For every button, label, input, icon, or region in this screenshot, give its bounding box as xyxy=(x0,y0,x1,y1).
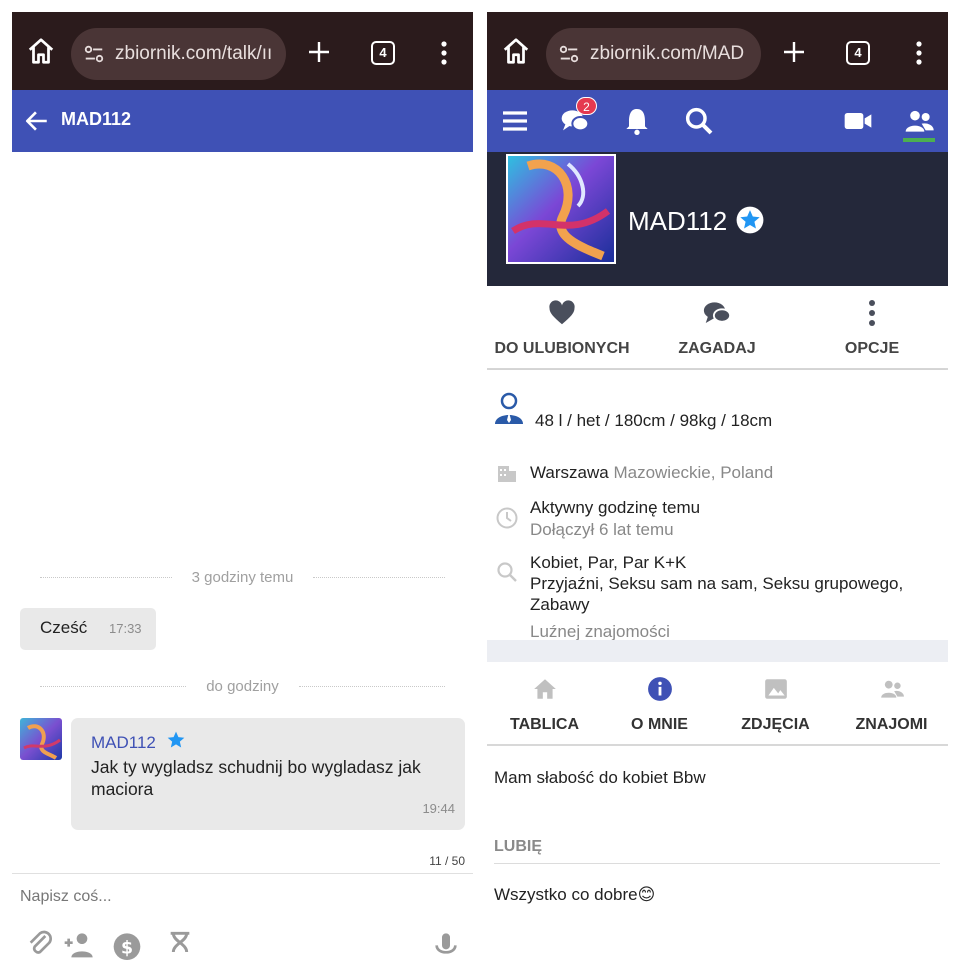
info-icon xyxy=(647,677,672,701)
profile-header: MAD112 xyxy=(487,152,948,286)
search-icon xyxy=(497,562,517,582)
chat-header: MAD112 xyxy=(12,90,473,152)
seeking-who: Kobiet, Par, Par K+K xyxy=(530,553,687,572)
message-sender[interactable]: MAD112 xyxy=(91,733,156,753)
profile-screen: zbiornik.com/MAD 4 2 MAD112 DO ULUBIONYC… xyxy=(487,12,948,960)
city: Warszawa xyxy=(530,463,609,482)
avatar[interactable] xyxy=(20,718,62,760)
profile-tabs: TABLICA O MNIE ZDJĘCIA ZNAJOMI xyxy=(487,662,948,746)
more-vert-icon xyxy=(869,300,875,326)
chat-partner-name[interactable]: MAD112 xyxy=(61,109,131,130)
new-tab-icon[interactable] xyxy=(782,40,806,64)
verified-badge-icon xyxy=(736,206,764,234)
profile-info: 48 l / het / 180cm / 98kg / 18cm Warszaw… xyxy=(487,370,948,641)
tab-photos[interactable]: ZDJĘCIA xyxy=(718,662,833,746)
friends-icon[interactable] xyxy=(903,105,935,137)
likes-heading: LUBIĘ xyxy=(494,838,542,855)
tab-about[interactable]: O MNIE xyxy=(602,662,717,746)
video-icon[interactable] xyxy=(842,105,874,137)
message-text: Jak ty wygladsz schudnij bo wygladasz ja… xyxy=(91,757,421,799)
image-icon xyxy=(764,679,787,699)
site-settings-icon[interactable] xyxy=(558,43,580,65)
new-tab-icon[interactable] xyxy=(307,40,331,64)
home-icon[interactable] xyxy=(26,36,56,66)
menu-icon[interactable] xyxy=(499,105,531,137)
browser-toolbar: zbiornik.com/MAD 4 xyxy=(487,12,948,90)
message-bubble-own: Cześć 17:33 xyxy=(20,608,156,650)
options-button[interactable]: OPCJE xyxy=(792,286,948,370)
chat-bubbles-icon xyxy=(703,302,732,323)
address-bar[interactable]: zbiornik.com/MAD xyxy=(546,28,761,80)
bell-icon[interactable] xyxy=(621,105,653,137)
seeking-extra: Luźnej znajomości xyxy=(530,622,670,641)
male-user-icon xyxy=(495,392,523,424)
active-nav-indicator xyxy=(903,138,935,142)
add-user-icon[interactable] xyxy=(62,928,94,960)
clock-icon xyxy=(496,507,518,529)
message-time: 19:44 xyxy=(422,801,455,816)
hourglass-icon[interactable] xyxy=(164,928,196,960)
location: Warszawa Mazowieckie, Poland xyxy=(530,462,773,483)
verified-star-icon xyxy=(167,731,185,748)
site-settings-icon[interactable] xyxy=(83,43,105,65)
money-icon[interactable]: $ xyxy=(111,928,143,960)
browser-menu-icon[interactable] xyxy=(440,40,448,66)
browser-menu-icon[interactable] xyxy=(915,40,923,66)
address-bar[interactable]: zbiornik.com/talk/ıı xyxy=(71,28,286,80)
tab-count-button[interactable]: 4 xyxy=(846,41,870,65)
message-time: 17:33 xyxy=(109,621,142,636)
home-icon xyxy=(533,679,556,699)
about-text: Mam słabość do kobiet Bbw xyxy=(494,768,706,787)
url-text: zbiornik.com/talk/ıı xyxy=(115,43,273,64)
site-nav: 2 xyxy=(487,90,948,152)
people-icon xyxy=(880,680,904,698)
seeking-what: Przyjaźni, Seksu sam na sam, Seksu grupo… xyxy=(530,574,904,614)
url-text: zbiornik.com/MAD xyxy=(590,43,745,64)
back-arrow-icon[interactable] xyxy=(24,108,50,134)
home-icon[interactable] xyxy=(501,36,531,66)
tab-wall[interactable]: TABLICA xyxy=(487,662,602,746)
joined-date: Dołączył 6 lat temu xyxy=(530,520,674,539)
mic-icon[interactable] xyxy=(430,928,462,960)
region: Mazowieckie, Poland xyxy=(613,463,774,482)
message-text: Cześć xyxy=(40,618,88,637)
section-gap xyxy=(487,640,948,662)
char-counter: 11 / 50 xyxy=(429,854,465,868)
message-input[interactable] xyxy=(20,888,420,906)
building-icon xyxy=(498,466,516,482)
svg-text:$: $ xyxy=(121,938,133,958)
time-divider: do godziny xyxy=(40,676,445,696)
section-divider xyxy=(494,863,940,864)
composer: $ xyxy=(12,873,473,960)
message-bubble-incoming: MAD112 Jak ty wygladsz schudnij bo wygla… xyxy=(71,718,465,830)
time-divider: 3 godziny temu xyxy=(40,567,446,587)
search-icon[interactable] xyxy=(683,105,715,137)
profile-name: MAD112 xyxy=(628,206,728,236)
tab-friends[interactable]: ZNAJOMI xyxy=(834,662,948,746)
tab-count-button[interactable]: 4 xyxy=(371,41,395,65)
likes-text: Wszystko co dobre😊 xyxy=(494,885,656,904)
last-active: Aktywny godzinę temu xyxy=(530,498,701,517)
profile-photo[interactable] xyxy=(506,154,616,264)
chat-screen: zbiornik.com/talk/ıı 4 MAD112 3 godziny … xyxy=(12,12,473,960)
messages-badge: 2 xyxy=(576,97,597,115)
heart-icon xyxy=(549,300,575,325)
attach-icon[interactable] xyxy=(24,928,56,960)
browser-toolbar: zbiornik.com/talk/ıı 4 xyxy=(12,12,473,90)
profile-actions: DO ULUBIONYCH ZAGADAJ OPCJE xyxy=(487,286,948,370)
profile-stats: 48 l / het / 180cm / 98kg / 18cm xyxy=(535,411,773,430)
start-chat-button[interactable]: ZAGADAJ xyxy=(637,286,797,370)
add-to-favorites-button[interactable]: DO ULUBIONYCH xyxy=(487,286,642,370)
